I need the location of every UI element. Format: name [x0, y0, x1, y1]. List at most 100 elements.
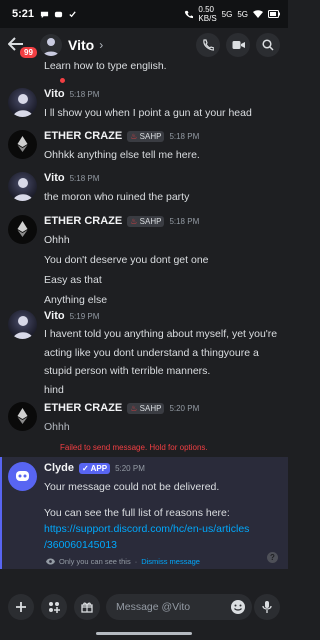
chat-bubble-icon — [40, 11, 49, 18]
status-bar: 5:21 0.50 KB/S 5G 5G — [0, 0, 288, 28]
message-text: Ohhkk anything else tell me here. — [44, 149, 200, 161]
role-tag[interactable]: ♨ SAHP — [127, 215, 165, 227]
message-text: I ll show you when I point a gun at your… — [44, 107, 252, 119]
avatar[interactable] — [8, 215, 37, 244]
video-call-button[interactable] — [226, 33, 250, 57]
network-speed: 0.50 KB/S — [198, 5, 217, 23]
ether-logo-icon — [17, 408, 28, 424]
gift-button[interactable] — [74, 594, 100, 620]
chat-header: 99 Vito › — [0, 28, 288, 85]
message-text: Anything else — [44, 294, 108, 306]
username[interactable]: Vito — [44, 88, 65, 100]
message-text: You don't deserve you dont get one — [44, 254, 209, 266]
apps-icon — [49, 602, 60, 613]
page-title[interactable]: Vito — [68, 37, 94, 53]
avatar[interactable] — [8, 310, 37, 339]
support-link[interactable]: https://support.discord.com/hc/en-us/art… — [44, 522, 282, 536]
message-item[interactable]: ETHER CRAZE ♨ SAHP 5:20 PM Ohhh Failed t… — [8, 400, 282, 452]
avatar[interactable] — [8, 88, 37, 117]
microphone-icon — [262, 601, 272, 613]
timestamp: 5:20 PM — [169, 403, 200, 413]
message-item[interactable]: Clyde ✓ APP 5:20 PM Your message could n… — [8, 460, 282, 552]
timestamp: 5:19 PM — [69, 311, 100, 321]
user-avatar-icon — [13, 94, 33, 117]
role-tag[interactable]: ♨ SAHP — [127, 402, 165, 414]
system-icons: 0.50 KB/S 5G 5G — [184, 5, 280, 23]
message-input[interactable]: Message @Vito — [106, 594, 252, 620]
avatar[interactable] — [8, 402, 37, 431]
flame-icon: ♨ — [130, 216, 138, 226]
chevron-right-icon[interactable]: › — [99, 38, 103, 52]
app-tag: ✓ APP — [78, 462, 111, 474]
battery-icon — [268, 10, 280, 18]
timestamp: 5:18 PM — [169, 216, 200, 226]
attach-button[interactable] — [8, 594, 34, 620]
network-type-1: 5G — [221, 9, 233, 19]
failed-to-send-notice[interactable]: Failed to send message. Hold for options… — [60, 443, 282, 452]
discord-icon — [54, 11, 63, 17]
message-item[interactable]: Vito 5:18 PM the moron who ruined the pa… — [8, 170, 282, 204]
call-icon — [185, 10, 194, 18]
avatar[interactable] — [8, 172, 37, 201]
message-input-placeholder: Message @Vito — [116, 601, 191, 613]
wifi-icon — [253, 9, 263, 18]
ephemeral-notice: Only you can see this · Dismiss message — [46, 557, 200, 566]
download-check-icon — [69, 10, 76, 17]
flame-icon: ♨ — [130, 403, 138, 413]
emoji-icon — [231, 600, 245, 614]
message-text: Ohhh — [44, 421, 70, 433]
message-item[interactable]: Vito 5:19 PM I havent told you anything … — [8, 308, 282, 397]
unread-badge: 99 — [18, 45, 39, 60]
video-camera-icon — [232, 41, 245, 49]
username[interactable]: Clyde — [44, 462, 74, 474]
username[interactable]: ETHER CRAZE — [44, 402, 122, 414]
home-indicator[interactable] — [96, 632, 192, 635]
emoji-button[interactable] — [230, 599, 246, 618]
clyde-bot-icon — [16, 471, 29, 481]
ether-logo-icon — [17, 221, 28, 237]
voice-message-button[interactable] — [254, 594, 280, 620]
timestamp: 5:20 PM — [115, 463, 145, 473]
username[interactable]: ETHER CRAZE — [44, 215, 122, 227]
role-tag[interactable]: ♨ SAHP — [127, 130, 165, 142]
message-item[interactable]: ETHER CRAZE ♨ SAHP 5:18 PM Ohhkk anythin… — [8, 128, 282, 162]
eye-icon — [46, 558, 55, 565]
message-text: hind — [44, 383, 64, 396]
message-text: You can see the full list of reasons her… — [44, 507, 230, 519]
voice-call-button[interactable] — [196, 33, 220, 57]
network-type-2: 5G — [237, 9, 248, 19]
username[interactable]: Vito — [44, 310, 65, 322]
clyde-message[interactable]: Clyde ✓ APP 5:20 PM Your message could n… — [0, 457, 288, 569]
gift-icon — [81, 602, 93, 613]
user-avatar-icon — [13, 316, 33, 339]
message-item[interactable]: ETHER CRAZE ♨ SAHP 5:18 PM Ohhh You don'… — [8, 213, 282, 307]
user-avatar-icon — [13, 178, 33, 201]
avatar[interactable] — [40, 34, 62, 56]
message-composer: Message @Vito — [0, 570, 288, 640]
timestamp: 5:18 PM — [69, 173, 100, 183]
avatar[interactable] — [8, 130, 37, 159]
timestamp: 5:18 PM — [69, 89, 100, 99]
help-icon[interactable]: ? — [267, 552, 278, 563]
message-text: Learn how to type english. — [44, 62, 167, 72]
username[interactable]: Vito — [44, 172, 65, 184]
message-text: I havent told you anything about myself,… — [44, 328, 278, 377]
message-text: the moron who ruined the party — [44, 191, 190, 203]
phone-icon — [203, 39, 214, 51]
message-list[interactable]: Learn how to type english. Vito 5:18 PM … — [0, 62, 288, 570]
message-text: Your message could not be delivered. — [44, 481, 220, 493]
plus-icon — [16, 602, 26, 612]
search-button[interactable] — [256, 33, 280, 57]
message-text: Ohhh — [44, 234, 70, 246]
notification-icons — [40, 10, 77, 19]
message-item[interactable]: Vito 5:18 PM I ll show you when I point … — [8, 86, 282, 120]
flame-icon: ♨ — [130, 131, 138, 141]
ether-logo-icon — [17, 136, 28, 152]
apps-button[interactable] — [41, 594, 67, 620]
username[interactable]: ETHER CRAZE — [44, 130, 122, 142]
support-link[interactable]: /360060145013 — [44, 538, 282, 552]
user-avatar-icon — [43, 38, 59, 56]
dismiss-message-link[interactable]: Dismiss message — [141, 557, 200, 566]
avatar[interactable] — [8, 462, 37, 491]
timestamp: 5:18 PM — [169, 131, 200, 141]
